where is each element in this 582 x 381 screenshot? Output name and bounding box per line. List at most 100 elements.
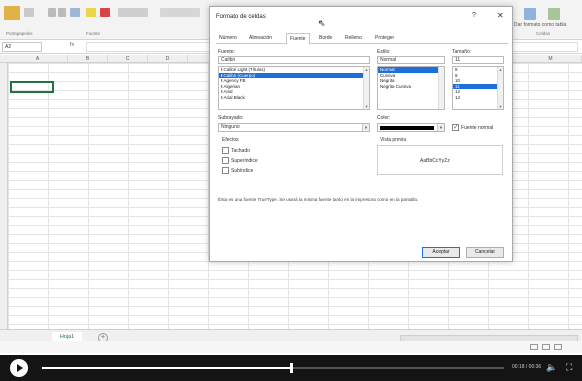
size-list-item-label: 12 xyxy=(455,89,461,94)
strikethrough-checkbox[interactable] xyxy=(222,147,229,154)
superscript-label: Superíndice xyxy=(231,158,258,164)
scroll-up-icon[interactable]: ▲ xyxy=(498,67,503,72)
bold-icon[interactable] xyxy=(48,8,56,17)
scroll-down-icon[interactable]: ▼ xyxy=(364,104,369,109)
subscript-checkbox[interactable] xyxy=(222,167,229,174)
size-list-scrollbar[interactable]: ▲ ▼ xyxy=(497,67,503,109)
ok-button[interactable]: Aceptar xyxy=(422,247,460,258)
font-list-item[interactable]: ŧArial Black xyxy=(219,95,369,101)
effects-label: Efectos xyxy=(222,137,239,143)
font-list[interactable]: ŧCalibri Light (Títulos) ŧCalibri (Cuerpo… xyxy=(218,66,370,110)
column-header-d[interactable]: D xyxy=(148,55,188,63)
style-input[interactable]: Normal xyxy=(377,56,445,64)
mouse-cursor-icon: ⇖ xyxy=(318,18,326,28)
table-format-icon[interactable] xyxy=(524,8,536,20)
size-list-item[interactable]: 14 xyxy=(453,95,503,101)
volume-icon[interactable]: 🔈 xyxy=(546,362,557,373)
row-headers xyxy=(0,63,8,329)
truetype-icon: ŧ xyxy=(221,94,223,100)
underline-label: Subrayado: xyxy=(218,115,244,121)
size-list-item-label: 8 xyxy=(455,67,458,72)
status-bar xyxy=(0,341,582,353)
font-list-item-label: Agency FB xyxy=(223,78,246,83)
align-icons[interactable] xyxy=(118,8,148,17)
chevron-down-icon[interactable]: ▼ xyxy=(362,124,369,131)
borders-icon[interactable] xyxy=(70,8,80,17)
ribbon-group-clipboard: Portapapeles xyxy=(6,31,33,36)
style-list-scrollbar[interactable] xyxy=(438,67,444,109)
style-list[interactable]: Normal Cursiva Negrita Negrita Cursiva xyxy=(377,66,445,110)
size-list-item-label: 9 xyxy=(455,72,458,78)
color-picker[interactable]: ▼ xyxy=(377,123,445,132)
dialog-title: Formato de celdas xyxy=(216,14,266,20)
chevron-down-icon[interactable]: ▼ xyxy=(437,124,444,131)
page-layout-icon[interactable] xyxy=(542,344,550,350)
cut-icon[interactable] xyxy=(24,8,34,17)
normal-font-label: Fuente normal xyxy=(461,125,494,131)
underline-value: Ninguno xyxy=(221,124,240,130)
size-list-item-label: 14 xyxy=(455,94,461,100)
size-list-item-label: 11 xyxy=(455,83,460,89)
tab-fuente[interactable]: Fuente xyxy=(286,33,310,45)
color-swatch xyxy=(380,126,434,130)
video-player-bar: 00:18 / 00:36 🔈 ⛶ xyxy=(0,355,582,381)
truetype-icon: ŧ xyxy=(221,72,223,78)
truetype-icon: ŧ xyxy=(221,83,223,89)
progress-handle[interactable] xyxy=(290,363,293,373)
size-input[interactable]: 11 xyxy=(452,56,504,64)
tab-proteger[interactable]: Proteger xyxy=(372,33,397,44)
truetype-note: Ésta es una fuente TrueType. Se usará la… xyxy=(218,197,419,202)
tab-numero[interactable]: Número xyxy=(216,33,240,44)
font-list-item-label: Arial xyxy=(223,89,233,94)
font-list-item-label: Calibri Light (Títulos) xyxy=(223,67,266,72)
truetype-icon: ŧ xyxy=(221,89,223,94)
superscript-checkbox[interactable] xyxy=(222,157,229,164)
size-list[interactable]: 8 9 10 11 12 14 ▲ ▼ xyxy=(452,66,504,110)
column-header-m[interactable]: M xyxy=(520,55,582,63)
ribbon-group-font: Fuente xyxy=(86,31,101,36)
size-list-item-label: 10 xyxy=(455,78,461,83)
normal-view-icon[interactable] xyxy=(530,344,538,350)
underline-select[interactable]: Ninguno ▼ xyxy=(218,123,370,132)
ribbon-table-format-label[interactable]: Dar formato como tabla xyxy=(514,22,566,28)
font-list-item-label: Calibri (Cuerpo) xyxy=(223,72,256,78)
preview-text: AaBbCcYyZz xyxy=(420,158,450,164)
selected-cell[interactable] xyxy=(10,81,54,93)
italic-icon[interactable] xyxy=(58,8,66,17)
font-list-scrollbar[interactable]: ▲ ▼ xyxy=(363,67,369,109)
fx-icon[interactable]: fx xyxy=(70,42,74,48)
font-input[interactable]: Calibri xyxy=(218,56,370,64)
column-header-b[interactable]: B xyxy=(68,55,108,63)
scroll-up-icon[interactable]: ▲ xyxy=(364,67,369,72)
fullscreen-icon[interactable]: ⛶ xyxy=(566,362,572,373)
progress-fill xyxy=(42,367,291,369)
subscript-label: Subíndice xyxy=(231,168,254,174)
cancel-button[interactable]: Cancelar xyxy=(466,247,504,258)
column-header-c[interactable]: C xyxy=(108,55,148,63)
normal-font-checkbox[interactable] xyxy=(452,123,459,131)
font-list-item-label: Algerian xyxy=(223,83,241,89)
tab-relleno[interactable]: Relleno xyxy=(342,33,365,44)
tab-borde[interactable]: Borde xyxy=(316,33,335,44)
number-format-icons[interactable] xyxy=(160,8,200,17)
name-box[interactable]: A2 xyxy=(2,42,42,52)
truetype-icon: ŧ xyxy=(221,78,223,83)
paste-icon[interactable] xyxy=(4,6,20,20)
style-label: Estilo: xyxy=(377,49,391,55)
fill-color-icon[interactable] xyxy=(86,8,96,17)
style-list-item-label: Cursiva xyxy=(380,72,396,78)
page-break-icon[interactable] xyxy=(554,344,562,350)
help-icon[interactable]: ? xyxy=(472,12,476,19)
close-icon[interactable]: ✕ xyxy=(497,11,504,20)
style-list-item[interactable]: Negrita Cursiva xyxy=(378,84,444,90)
truetype-icon: ŧ xyxy=(221,67,223,72)
size-label: Tamaño: xyxy=(452,49,472,55)
cell-styles-icon[interactable] xyxy=(548,8,560,20)
column-header-a[interactable]: A xyxy=(8,55,68,63)
play-icon[interactable] xyxy=(10,359,28,377)
scroll-down-icon[interactable]: ▼ xyxy=(498,104,503,109)
progress-track[interactable] xyxy=(42,363,504,373)
font-color-icon[interactable] xyxy=(100,8,110,17)
ribbon-group-cells: Celdas xyxy=(536,31,551,36)
tab-alineacion[interactable]: Alineación xyxy=(246,33,275,44)
